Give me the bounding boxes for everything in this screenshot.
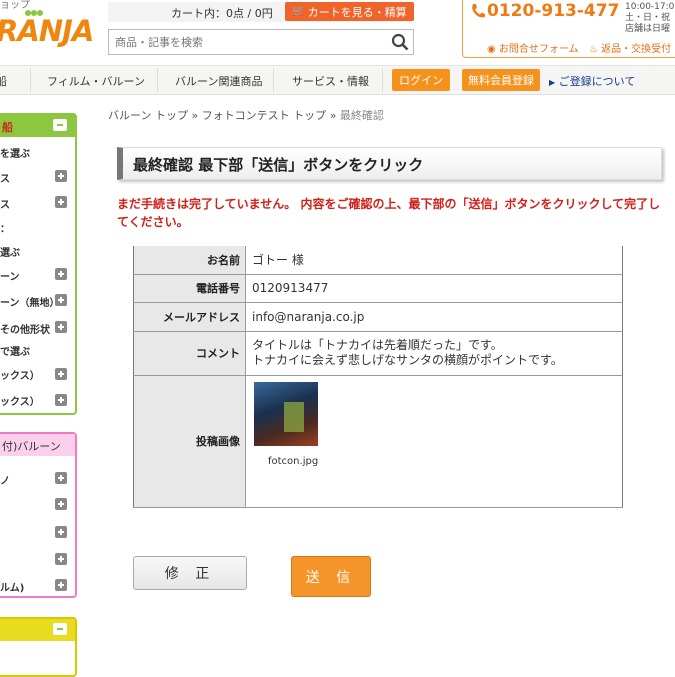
image-label: 投稿画像	[133, 375, 246, 508]
nav-item-balloon-goods[interactable]: バルーン関連商品	[175, 73, 262, 89]
nav-item-balloon[interactable]: 船	[0, 73, 7, 89]
sidebar-panel-title: 船	[2, 121, 13, 134]
hours-line: 土・日・祝	[625, 13, 671, 23]
expand-icon[interactable]	[55, 294, 67, 306]
sidebar-item[interactable]: ーン（無地）	[0, 294, 60, 309]
sidebar-panel-header[interactable]	[0, 619, 75, 641]
phone-number[interactable]: 0120-913-477	[487, 1, 619, 21]
breadcrumb-separator: »	[329, 109, 337, 122]
expand-icon[interactable]	[55, 498, 67, 510]
register-about-label: ご登録について	[558, 75, 636, 88]
name-value: ゴトー 様	[245, 246, 623, 275]
sidebar-item[interactable]: を選ぶ	[0, 145, 30, 160]
hours-line: 店舗は日曜	[625, 24, 671, 34]
email-label: メールアドレス	[133, 302, 246, 332]
nav-item-film-balloon[interactable]: フィルム・バルーン	[47, 73, 145, 89]
collapse-icon[interactable]	[53, 119, 67, 131]
phone-label: 電話番号	[133, 274, 246, 303]
return-link[interactable]: ♨ 返品・交換受付	[589, 40, 671, 55]
cart-status: カート内：0点 / 0円	[171, 7, 273, 20]
nav-item-services[interactable]: サービス・情報	[292, 73, 369, 89]
sidebar-item[interactable]: ーン	[0, 268, 20, 283]
nav-divider	[30, 68, 31, 92]
expand-icon[interactable]	[55, 526, 67, 538]
expand-icon[interactable]	[55, 579, 67, 591]
image-cell: fotcon.jpg	[245, 375, 623, 508]
phone-value: 0120913477	[245, 274, 623, 303]
sidebar-item[interactable]: 選ぶ	[0, 244, 20, 259]
bell-icon: ♨	[589, 44, 598, 55]
sidebar-item[interactable]: ックス）	[0, 393, 40, 408]
breadcrumb-current: 最終確認	[339, 109, 384, 122]
sidebar-item[interactable]: ックス）	[0, 367, 40, 382]
cart-button-label: カートを見る・精算	[307, 5, 407, 19]
sidebar-printed-panel: 付)バルーン	[0, 432, 77, 598]
breadcrumb-link[interactable]: フォトコンテスト トップ	[202, 109, 327, 122]
sidebar-item[interactable]: ス	[0, 196, 10, 211]
page-title: 最終確認 最下部「送信」ボタンをクリック	[133, 156, 424, 174]
sidebar-item[interactable]: で選ぶ	[0, 343, 30, 358]
hours-line: 10:00-17:0	[625, 2, 675, 12]
nav-divider	[157, 68, 158, 92]
collapse-icon[interactable]	[53, 623, 67, 635]
expand-icon[interactable]	[55, 196, 67, 208]
sidebar-item[interactable]: ノ	[0, 472, 10, 487]
breadcrumb: バルーン トップ » フォトコンテスト トップ » 最終確認	[108, 107, 384, 123]
search-box	[108, 29, 414, 55]
expand-icon[interactable]	[55, 368, 67, 380]
sidebar-item[interactable]: ス	[0, 170, 10, 185]
table-row: お名前 ゴトー 様	[133, 246, 623, 275]
view-cart-button[interactable]: 🛒 カートを見る・精算	[285, 2, 414, 21]
help-icon: ◉	[487, 44, 496, 55]
confirmation-table: お名前 ゴトー 様 電話番号 0120913477 メールアドレス info@n…	[133, 246, 623, 508]
cart-icon: 🛒	[292, 6, 305, 17]
sidebar-item[interactable]: その他形状	[0, 321, 50, 336]
contact-form-label: お問合せフォーム	[498, 44, 579, 55]
sidebar-panel-header[interactable]: 付)バルーン	[0, 434, 75, 456]
sidebar-item[interactable]: ルム)	[0, 579, 24, 594]
comment-label: コメント	[133, 331, 246, 376]
comment-line: タイトルは「トナカイは先着順だった」です。	[252, 338, 503, 352]
confirmation-notice: まだ手続きは完了していません。 内容をご確認の上、最下部の「送信」ボタンをクリッ…	[117, 197, 661, 229]
login-button[interactable]: ログイン	[392, 69, 450, 91]
register-about-link[interactable]: ▶ ご登録について	[549, 73, 635, 89]
expand-icon[interactable]	[55, 553, 67, 565]
edit-button[interactable]: 修 正	[133, 556, 247, 590]
email-value: info@naranja.co.jp	[245, 302, 623, 332]
nav-divider	[273, 68, 274, 92]
free-register-button[interactable]: 無料会員登録	[462, 69, 540, 91]
triangle-right-icon: ▶	[549, 78, 556, 87]
submit-button[interactable]: 送 信	[291, 556, 371, 597]
table-row: 投稿画像 fotcon.jpg	[133, 375, 623, 508]
expand-icon[interactable]	[55, 268, 67, 280]
expand-icon[interactable]	[55, 321, 67, 333]
table-row: 電話番号 0120913477	[133, 274, 623, 303]
sidebar-panel-title: 付)バルーン	[2, 440, 61, 453]
sidebar-item[interactable]: ：	[0, 220, 10, 235]
table-row: コメント タイトルは「トナカイは先着順だった」です。 トナカイに会えず悲しげなサ…	[133, 331, 623, 376]
page-title-box: 最終確認 最下部「送信」ボタンをクリック	[117, 147, 662, 180]
nav-divider	[382, 68, 383, 92]
expand-icon[interactable]	[55, 472, 67, 484]
return-label: 返品・交換受付	[601, 44, 672, 55]
contact-form-link[interactable]: ◉ お問合せフォーム	[487, 40, 579, 55]
sidebar-panel-header[interactable]: 船	[0, 115, 75, 137]
search-input[interactable]	[109, 30, 385, 54]
breadcrumb-separator: »	[191, 109, 199, 122]
search-icon[interactable]	[391, 33, 409, 51]
business-hours: 10:00-17:0 土・日・祝 店舗は日曜	[625, 2, 674, 35]
table-row: メールアドレス info@naranja.co.jp	[133, 302, 623, 332]
sidebar-panel-3	[0, 617, 77, 677]
comment-line: トナカイに会えず悲しげなサンタの横顔がポイントです。	[252, 353, 563, 367]
expand-icon[interactable]	[55, 170, 67, 182]
breadcrumb-link[interactable]: バルーン トップ	[108, 109, 188, 122]
submitted-image-thumbnail	[254, 381, 318, 446]
comment-value: タイトルは「トナカイは先着順だった」です。 トナカイに会えず悲しげなサンタの横顔…	[245, 331, 623, 376]
site-logo[interactable]: RANJA	[0, 14, 94, 48]
image-filename: fotcon.jpg	[268, 455, 319, 467]
expand-icon[interactable]	[55, 394, 67, 406]
phone-icon	[472, 4, 485, 18]
name-label: お名前	[133, 246, 246, 275]
